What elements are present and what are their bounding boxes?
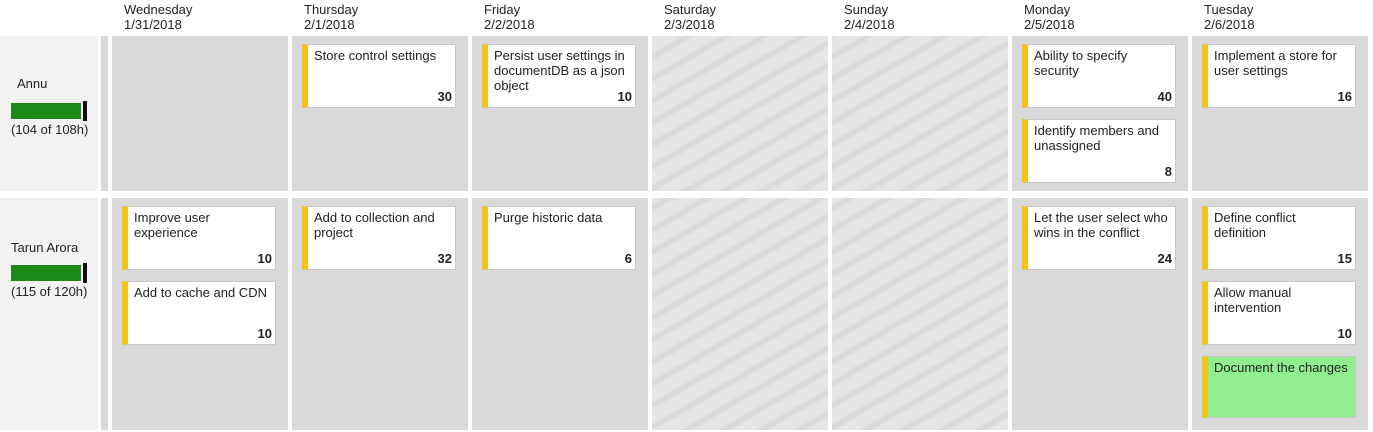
- day-cell[interactable]: Add to collection and project 32: [292, 198, 468, 430]
- task-estimate: 10: [257, 326, 272, 341]
- task-card[interactable]: Store control settings 30: [302, 44, 456, 108]
- day-name: Tuesday: [1204, 2, 1254, 17]
- task-estimate: 32: [437, 251, 452, 266]
- day-date: 1/31/2018: [124, 17, 182, 32]
- day-cell[interactable]: Purge historic data 6: [472, 198, 648, 430]
- member-row-annu: Annu (104 of 108h): [0, 36, 98, 191]
- column-header-friday: Friday 2/2/2018: [484, 0, 664, 32]
- task-card[interactable]: Add to collection and project 32: [302, 206, 456, 270]
- task-card[interactable]: Let the user select who wins in the conf…: [1022, 206, 1176, 270]
- capacity-bar: [11, 103, 81, 119]
- day-date: 2/6/2018: [1204, 17, 1255, 32]
- task-card[interactable]: Allow manual intervention 10: [1202, 281, 1356, 345]
- member-name: Tarun Arora: [11, 240, 79, 255]
- day-cell[interactable]: [832, 36, 1008, 191]
- day-date: 2/3/2018: [664, 17, 715, 32]
- member-name: Annu: [17, 76, 48, 91]
- day-date: 2/5/2018: [1024, 17, 1075, 32]
- task-card[interactable]: Document the changes: [1202, 356, 1356, 418]
- row-separator: [101, 198, 108, 430]
- column-header-tuesday: Tuesday 2/6/2018: [1204, 0, 1373, 32]
- capacity-marker: [83, 101, 87, 121]
- task-title: Purge historic data: [494, 210, 603, 225]
- task-title: Document the changes: [1214, 360, 1348, 375]
- day-cell[interactable]: [652, 198, 828, 430]
- day-name: Thursday: [304, 2, 359, 17]
- day-cell[interactable]: [652, 36, 828, 191]
- task-estimate: 8: [1164, 164, 1172, 179]
- task-estimate: 10: [257, 251, 272, 266]
- task-card[interactable]: Ability to specify security 40: [1022, 44, 1176, 108]
- day-name: Wednesday: [124, 2, 193, 17]
- day-date: 2/1/2018: [304, 17, 355, 32]
- task-estimate: 15: [1337, 251, 1352, 266]
- task-card[interactable]: Identify members and unassigned 8: [1022, 119, 1176, 183]
- day-cell[interactable]: Improve user experience 10 Add to cache an…: [112, 198, 288, 430]
- task-estimate: 10: [617, 89, 632, 104]
- row-separator: [101, 36, 108, 191]
- task-estimate: 40: [1157, 89, 1172, 104]
- day-cell[interactable]: Let the user select who wins in the conf…: [1012, 198, 1188, 430]
- task-card[interactable]: Persist user settings in documentDB as a…: [482, 44, 636, 108]
- task-card[interactable]: Improve user experience 10: [122, 206, 276, 270]
- task-title: Ability to specify security: [1034, 48, 1128, 78]
- day-cell[interactable]: Ability to specify security 40 Identify me…: [1012, 36, 1188, 191]
- task-card[interactable]: Implement a store for user settings 16: [1202, 44, 1356, 108]
- task-title: Add to collection and project: [314, 210, 435, 240]
- task-title: Add to cache and CDN: [134, 285, 267, 300]
- column-header-sunday: Sunday 2/4/2018: [844, 0, 1024, 32]
- day-name: Sunday: [844, 2, 889, 17]
- task-card[interactable]: Define conflict definition 15: [1202, 206, 1356, 270]
- capacity-marker: [83, 263, 87, 283]
- day-name: Monday: [1024, 2, 1071, 17]
- capacity-hours: (104 of 108h): [11, 122, 89, 137]
- column-header-wednesday: Wednesday 1/31/2018: [124, 0, 304, 32]
- day-name: Friday: [484, 2, 521, 17]
- day-cell[interactable]: Define conflict definition 15 Allow manual…: [1192, 198, 1368, 430]
- day-date: 2/4/2018: [844, 17, 895, 32]
- task-estimate: 10: [1337, 326, 1352, 341]
- task-card[interactable]: Purge historic data 6: [482, 206, 636, 270]
- task-title: Implement a store for user settings: [1214, 48, 1337, 78]
- task-title: Allow manual intervention: [1214, 285, 1292, 315]
- task-title: Persist user settings in documentDB as a…: [494, 48, 625, 93]
- task-title: Identify members and unassigned: [1034, 123, 1160, 153]
- day-cell[interactable]: Implement a store for user settings 16: [1192, 36, 1368, 191]
- member-row-tarun-arora: Tarun Arora (115 of 120h): [0, 198, 98, 430]
- capacity-bar: [11, 265, 81, 281]
- task-estimate: 16: [1337, 89, 1352, 104]
- task-title: Let the user select who wins in the conf…: [1034, 210, 1168, 240]
- task-title: Store control settings: [314, 48, 437, 63]
- day-cell[interactable]: [832, 198, 1008, 430]
- column-header-saturday: Saturday 2/3/2018: [664, 0, 844, 32]
- day-cell[interactable]: [112, 36, 288, 191]
- day-cell[interactable]: Store control settings 30: [292, 36, 468, 191]
- day-date: 2/2/2018: [484, 17, 535, 32]
- task-estimate: 30: [437, 89, 452, 104]
- task-estimate: 6: [624, 251, 632, 266]
- task-title: Improve user experience: [134, 210, 210, 240]
- column-header-monday: Monday 2/5/2018: [1024, 0, 1204, 32]
- task-title: Define conflict definition: [1214, 210, 1296, 240]
- capacity-hours: (115 of 120h): [11, 284, 88, 299]
- day-name: Saturday: [664, 2, 717, 17]
- column-header-thursday: Thursday 2/1/2018: [304, 0, 484, 32]
- day-cell[interactable]: Persist user settings in documentDB as a…: [472, 36, 648, 191]
- task-estimate: 24: [1157, 251, 1172, 266]
- task-card[interactable]: Add to cache and CDN 10: [122, 281, 276, 345]
